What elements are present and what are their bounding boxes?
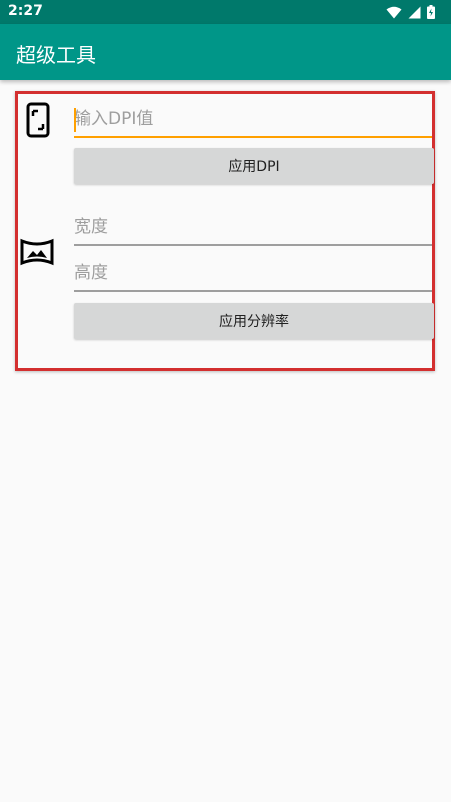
dpi-input[interactable] — [74, 102, 432, 136]
width-field[interactable] — [74, 210, 432, 246]
panorama-icon — [20, 238, 54, 266]
height-field[interactable] — [74, 256, 432, 292]
apply-resolution-button[interactable]: 应用分辨率 — [74, 303, 434, 339]
wifi-icon — [386, 6, 402, 18]
status-time: 2:27 — [8, 3, 43, 19]
settings-card: 应用DPI 应用分辨率 — [15, 91, 435, 371]
width-input[interactable] — [74, 210, 432, 244]
app-title: 超级工具 — [16, 43, 96, 67]
status-icons — [386, 5, 435, 19]
app-bar: 超级工具 — [0, 24, 451, 80]
height-input[interactable] — [74, 256, 432, 290]
battery-icon — [427, 5, 435, 19]
text-cursor — [74, 108, 76, 132]
width-input-underline — [74, 244, 432, 246]
dpi-input-underline — [74, 136, 432, 138]
status-bar: 2:27 — [0, 0, 451, 24]
dpi-field[interactable] — [74, 102, 432, 138]
phone-screen-icon — [26, 102, 50, 138]
apply-dpi-button[interactable]: 应用DPI — [74, 148, 434, 184]
cellular-signal-icon — [408, 6, 421, 18]
height-input-underline — [74, 290, 432, 292]
